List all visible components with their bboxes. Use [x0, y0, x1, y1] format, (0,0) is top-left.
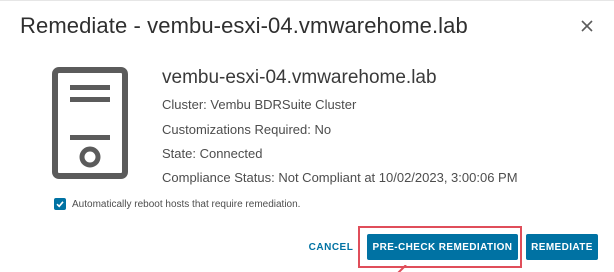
remediate-button[interactable]: REMEDIATE	[526, 234, 598, 260]
host-name: vembu-esxi-04.vmwarehome.lab	[162, 67, 437, 88]
auto-reboot-label: Automatically reboot hosts that require …	[72, 198, 301, 210]
server-icon	[52, 67, 128, 179]
state-text: State: Connected	[162, 146, 263, 161]
checkmark-icon	[56, 201, 64, 208]
remediate-dialog: Remediate - vembu-esxi-04.vmwarehome.lab…	[0, 0, 614, 272]
dialog-title: Remediate - vembu-esxi-04.vmwarehome.lab	[20, 13, 468, 38]
pre-check-remediation-button[interactable]: PRE-CHECK REMEDIATION	[367, 234, 518, 260]
cancel-button[interactable]: CANCEL	[304, 235, 358, 259]
close-button[interactable]	[576, 15, 598, 37]
auto-reboot-checkbox[interactable]	[54, 198, 66, 210]
customizations-text: Customizations Required: No	[162, 122, 332, 137]
auto-reboot-option[interactable]: Automatically reboot hosts that require …	[54, 198, 300, 210]
compliance-status-text: Compliance Status: Not Compliant at 10/0…	[162, 170, 518, 185]
close-icon	[581, 20, 593, 32]
cluster-text: Cluster: Vembu BDRSuite Cluster	[162, 97, 357, 112]
annotation-arrow	[397, 265, 407, 272]
